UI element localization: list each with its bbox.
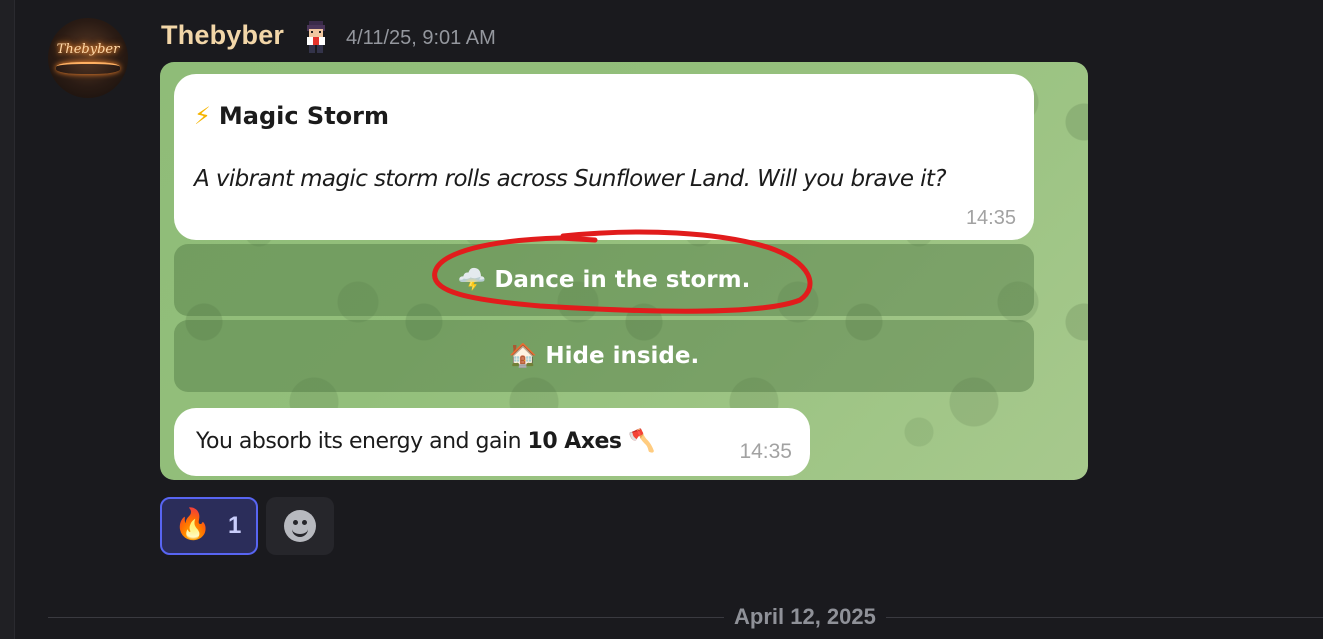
user-avatar[interactable]: Thebyber <box>48 18 128 98</box>
pixel-character-badge-icon <box>307 21 325 53</box>
reply-text-before: You absorb its energy and gain <box>196 429 528 454</box>
reply-reward: 10 Axes <box>527 429 623 454</box>
left-rail <box>0 0 15 639</box>
bot-message-time: 14:35 <box>965 207 1016 229</box>
bot-message-bubble: ⚡ Magic Storm A vibrant magic storm rolls… <box>174 74 1034 240</box>
dance-in-storm-label: Dance in the storm. <box>494 267 751 293</box>
hide-inside-button[interactable]: 🏠 Hide inside. <box>174 320 1034 392</box>
axe-icon: 🪓 <box>628 429 655 454</box>
date-divider-line <box>48 617 1323 618</box>
dance-in-storm-button[interactable]: 🌩️ Dance in the storm. <box>174 244 1034 316</box>
event-description: A vibrant magic storm rolls across Sunfl… <box>194 166 947 192</box>
message-timestamp[interactable]: 4/11/25, 9:01 AM <box>346 27 496 50</box>
fire-icon: 🔥 <box>174 507 212 542</box>
event-title-text: Magic Storm <box>218 102 390 130</box>
event-title: ⚡ Magic Storm <box>194 102 389 130</box>
hide-inside-label: Hide inside. <box>545 343 700 369</box>
add-reaction-button[interactable] <box>266 497 334 555</box>
fire-reaction-count: 1 <box>228 512 242 539</box>
avatar-waveform <box>56 62 120 74</box>
message-username[interactable]: Thebyber <box>161 20 284 51</box>
storm-cloud-icon: 🌩️ <box>457 267 487 293</box>
date-divider-label: April 12, 2025 <box>724 604 886 630</box>
house-icon: 🏠 <box>508 343 538 369</box>
reply-text: You absorb its energy and gain 10 Axes 🪓 <box>196 429 655 454</box>
lightning-icon: ⚡ <box>194 102 211 130</box>
telegram-screenshot-embed[interactable]: ⚡ Magic Storm A vibrant magic storm rolls… <box>160 62 1088 480</box>
reply-time: 14:35 <box>739 440 792 463</box>
fire-reaction-button[interactable]: 🔥 1 <box>160 497 258 555</box>
reply-message-bubble: You absorb its energy and gain 10 Axes 🪓… <box>174 408 810 476</box>
avatar-text: Thebyber <box>56 42 120 57</box>
